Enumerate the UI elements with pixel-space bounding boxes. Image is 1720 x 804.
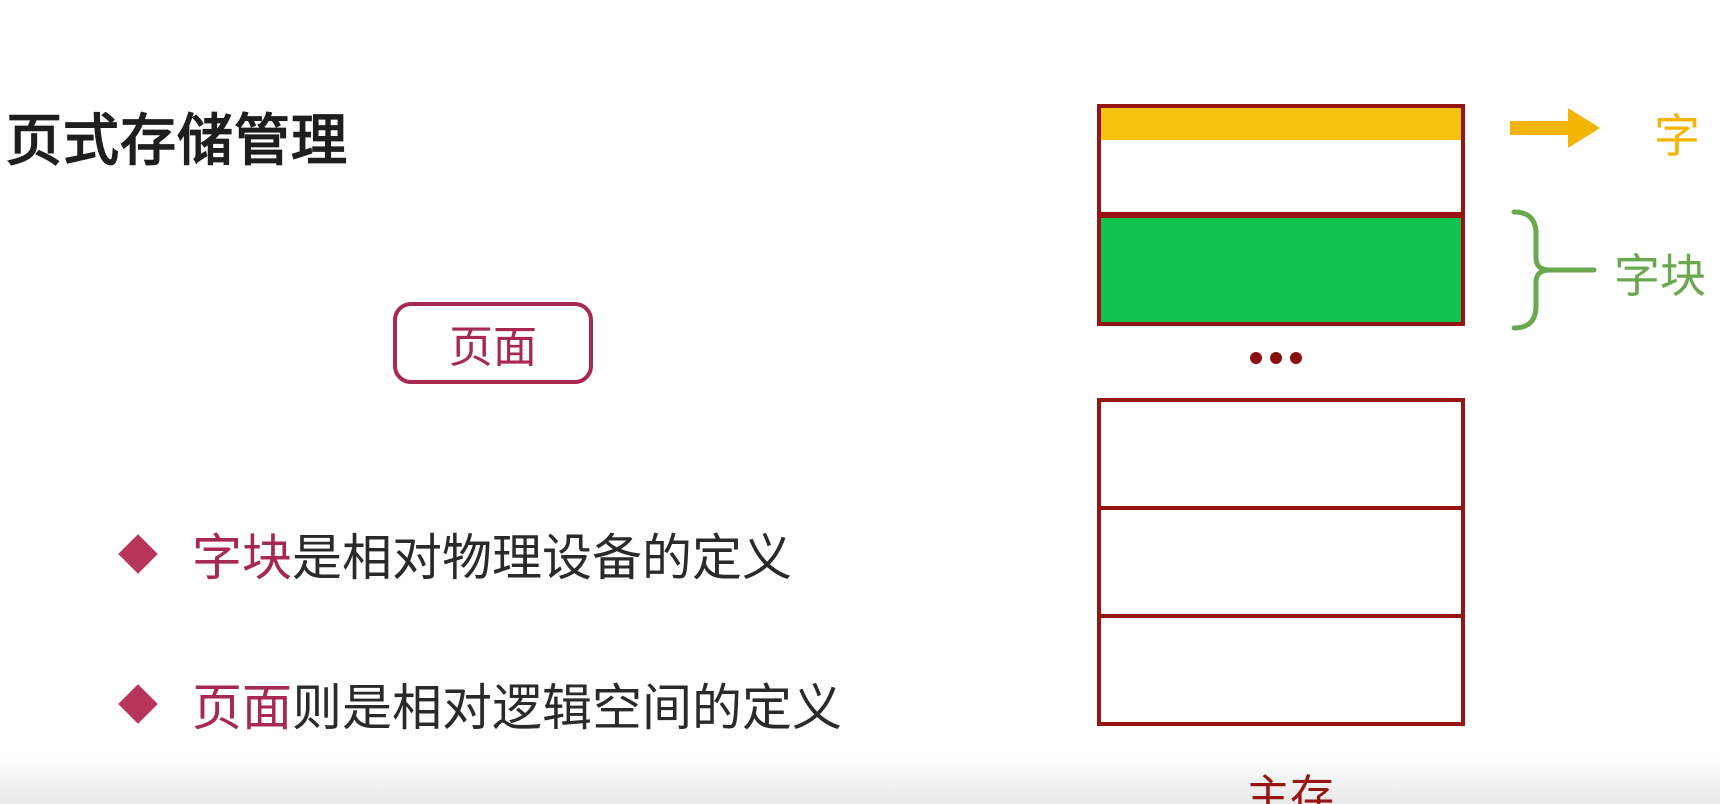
memory-cell xyxy=(1097,506,1465,618)
slide: 页式存储管理 页面 字块 是相对物理设备的定义 页面 则是相对逻辑空间的定义 主存 … xyxy=(0,0,1720,804)
diamond-bullet-icon xyxy=(118,684,158,724)
bullet-item-2: 页面 则是相对逻辑空间的定义 xyxy=(118,668,842,740)
memory-cell xyxy=(1097,614,1465,726)
memory-cell xyxy=(1097,140,1465,216)
bullet-2-text: 则是相对逻辑空间的定义 xyxy=(292,679,842,737)
memory-label: 主存 xyxy=(1246,771,1334,804)
word-label: 字 xyxy=(1654,109,1700,163)
page-tag-box: 页面 xyxy=(393,302,593,384)
bullet-1-highlight: 字块 xyxy=(192,529,292,587)
page-tag-label: 页面 xyxy=(449,322,537,373)
memory-block-cell xyxy=(1097,214,1465,326)
block-label: 字块 xyxy=(1614,249,1706,303)
right-arrow-icon xyxy=(1510,108,1600,148)
memory-word-cell xyxy=(1097,104,1465,144)
slide-title: 页式存储管理 xyxy=(6,109,348,174)
diamond-bullet-icon xyxy=(118,534,158,574)
bullet-2-highlight: 页面 xyxy=(192,679,292,737)
memory-cell xyxy=(1097,398,1465,510)
ellipsis-icon xyxy=(1250,352,1302,364)
bullet-1-text: 是相对物理设备的定义 xyxy=(292,529,792,587)
bullet-item-1: 字块 是相对物理设备的定义 xyxy=(118,518,792,590)
curly-brace-icon xyxy=(1511,209,1597,331)
